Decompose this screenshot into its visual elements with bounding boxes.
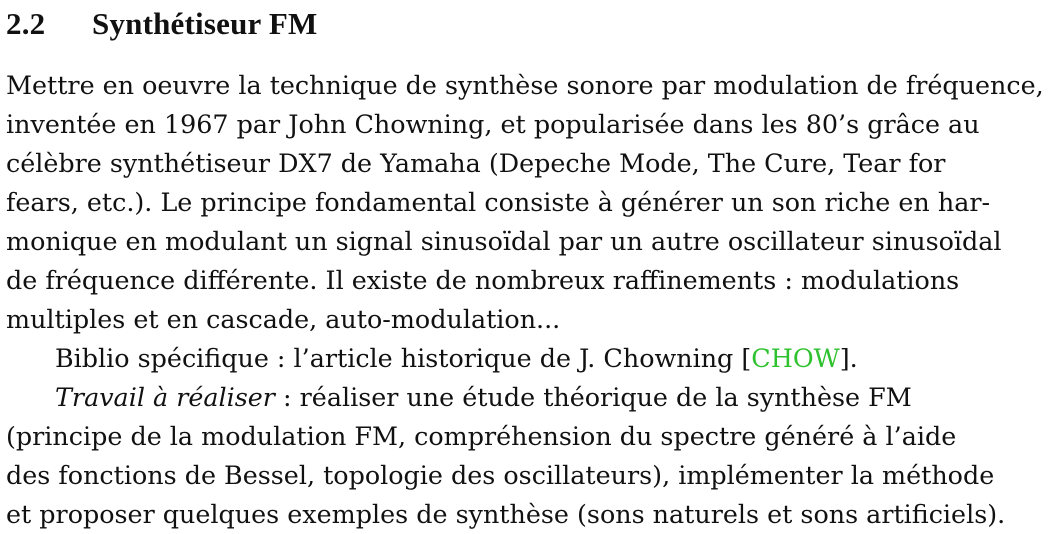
paragraph-line: fears, etc.). Le principe fondamental co… <box>6 187 991 217</box>
biblio-text: Biblio spécifique : l’article historique… <box>55 343 752 373</box>
paragraph-line: célèbre synthétiseur DX7 de Yamaha (Depe… <box>6 148 946 178</box>
paragraph-line: de fréquence différente. Il existe de no… <box>6 265 960 295</box>
paragraph-line: inventée en 1967 par John Chowning, et p… <box>6 109 980 139</box>
paragraph-line: des fonctions de Bessel, topologie des o… <box>6 460 995 490</box>
task-first-line: Travail à réaliser : réaliser une étude … <box>6 378 1058 417</box>
section-title: Synthétiseur FM <box>92 6 318 41</box>
paragraph-line: et proposer quelques exemples de synthès… <box>6 499 1006 529</box>
section-number: 2.2 <box>6 6 46 41</box>
task-label: Travail à réaliser <box>55 382 275 412</box>
paragraph-line: (principe de la modulation FM, compréhen… <box>6 421 957 451</box>
biblio-text-end: ]. <box>839 343 858 373</box>
citation-link[interactable]: CHOW <box>751 343 839 373</box>
section: 2.2 Synthétiseur FM Mettre en oeuvre la t… <box>6 0 1058 534</box>
paragraph-line: monique en modulant un signal sinusoïdal… <box>6 226 1002 256</box>
task-paragraph: Travail à réaliser : réaliser une étude … <box>6 378 1058 534</box>
paragraph-line: multiples et en cascade, auto-modulation… <box>6 304 561 334</box>
paragraph-line: Mettre en oeuvre la technique de synthès… <box>6 70 1044 100</box>
biblio-line: Biblio spécifique : l’article historique… <box>6 339 1058 378</box>
task-first-line-text: : réaliser une étude théorique de la syn… <box>274 382 912 412</box>
intro-paragraph: Mettre en oeuvre la technique de synthès… <box>6 66 1058 339</box>
biblio-paragraph: Biblio spécifique : l’article historique… <box>6 339 1058 378</box>
section-heading: 2.2 Synthétiseur FM <box>6 0 1058 46</box>
